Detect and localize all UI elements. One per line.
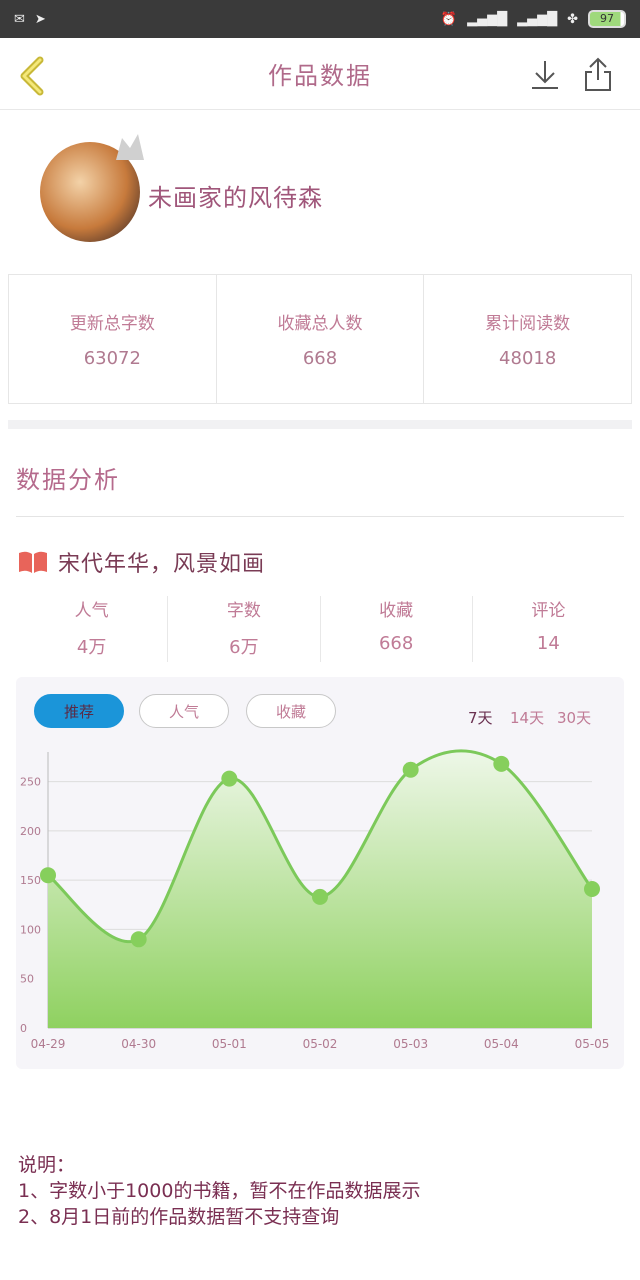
notes-heading: 说明： [18, 1154, 76, 1176]
data-point[interactable] [221, 770, 238, 787]
clover-icon: ✤ [567, 11, 578, 27]
stat-total-words: 更新总字数 63072 [9, 275, 217, 403]
stat-label: 累计阅读数 [485, 314, 571, 334]
overall-stats: 更新总字数 63072 收藏总人数 668 累计阅读数 48018 [8, 274, 632, 404]
x-tick-label: 05-04 [484, 1037, 519, 1051]
data-point[interactable] [584, 881, 600, 898]
metric-words: 字数 6万 [168, 596, 321, 662]
data-point[interactable] [40, 867, 56, 884]
top-navigation-bar: 作品数据 [0, 38, 640, 110]
x-tick-label: 05-03 [393, 1037, 428, 1051]
book-metrics: 人气 4万 字数 6万 收藏 668 评论 14 [16, 596, 624, 662]
stat-value: 668 [302, 348, 338, 369]
y-tick-label: 100 [20, 923, 41, 936]
book-header[interactable]: 宋代年华，风景如画 [18, 546, 265, 578]
share-icon[interactable] [580, 56, 616, 94]
stat-total-favorites: 收藏总人数 668 [217, 275, 425, 403]
metric-label: 人气 [74, 601, 109, 621]
data-point[interactable] [130, 931, 147, 948]
metric-label: 字数 [226, 601, 261, 621]
stat-label: 更新总字数 [69, 314, 155, 334]
metric-comments: 评论 14 [473, 596, 624, 662]
stat-label: 收藏总人数 [277, 314, 363, 334]
metric-label: 收藏 [379, 601, 414, 621]
metric-favorites: 收藏 668 [321, 596, 473, 662]
metric-value: 668 [378, 633, 414, 654]
avatar-badge-icon [116, 134, 144, 160]
metric-label: 评论 [531, 601, 566, 621]
alarm-icon: ⏰ [440, 11, 458, 27]
trend-chart: 0 50 100 150 200 250 04-29 04-30 05-01 05-02 05-0… [20, 749, 610, 1051]
data-point[interactable] [312, 888, 328, 905]
x-tick-label: 04-29 [31, 1037, 66, 1051]
stat-value: 63072 [83, 348, 141, 369]
notes: 说明： 1、字数小于1000的书籍，暂不在作品数据展示 2、8月1日前的作品数据… [18, 1152, 420, 1230]
x-tick-label: 05-05 [575, 1037, 610, 1051]
username: 未画家的风待森 [148, 184, 323, 212]
y-tick-label: 0 [20, 1022, 27, 1035]
stat-total-reads: 累计阅读数 48018 [424, 275, 631, 403]
data-point[interactable] [402, 761, 419, 778]
section-divider [8, 420, 632, 429]
battery-icon: 97 [588, 10, 626, 28]
y-tick-label: 250 [20, 776, 41, 789]
back-arrow-icon[interactable] [16, 56, 50, 96]
stat-value: 48018 [499, 348, 557, 369]
notes-line-1: 1、字数小于1000的书籍，暂不在作品数据展示 [18, 1180, 421, 1202]
profile-section: 未画家的风待森 [0, 112, 640, 272]
metric-value: 14 [536, 633, 560, 654]
x-tick-label: 05-01 [212, 1037, 247, 1051]
metric-value: 6万 [229, 637, 259, 658]
section-divider-line [16, 516, 624, 517]
x-tick-label: 04-30 [121, 1037, 156, 1051]
download-icon[interactable] [528, 58, 562, 92]
chart-card: 推荐 人气 收藏 7天 14天 30天 0 50 100 150 200 250 04-2… [16, 677, 624, 1069]
metric-popularity: 人气 4万 [16, 596, 169, 662]
status-bar: ✉ ➤ ⏰ ▂▄▆█ ▂▄▆█ ✤ 97 [0, 0, 640, 38]
signal-icon: ▂▄▆█ [467, 11, 508, 27]
y-tick-label: 50 [20, 973, 34, 986]
data-point[interactable] [493, 755, 510, 772]
metric-value: 4万 [76, 637, 107, 658]
book-title: 宋代年华，风景如画 [58, 552, 266, 577]
y-tick-label: 200 [20, 825, 41, 838]
book-icon [19, 551, 47, 573]
section-title: 数据分析 [16, 466, 120, 494]
signal-icon-2: ▂▄▆█ [517, 11, 558, 27]
notification-icon: ✉ [14, 11, 25, 27]
page-title: 作品数据 [268, 62, 372, 90]
y-tick-label: 150 [20, 874, 41, 887]
location-arrow-icon: ➤ [34, 11, 46, 27]
x-tick-label: 05-02 [303, 1037, 338, 1051]
notes-line-2: 2、8月1日前的作品数据暂不支持查询 [18, 1206, 340, 1228]
